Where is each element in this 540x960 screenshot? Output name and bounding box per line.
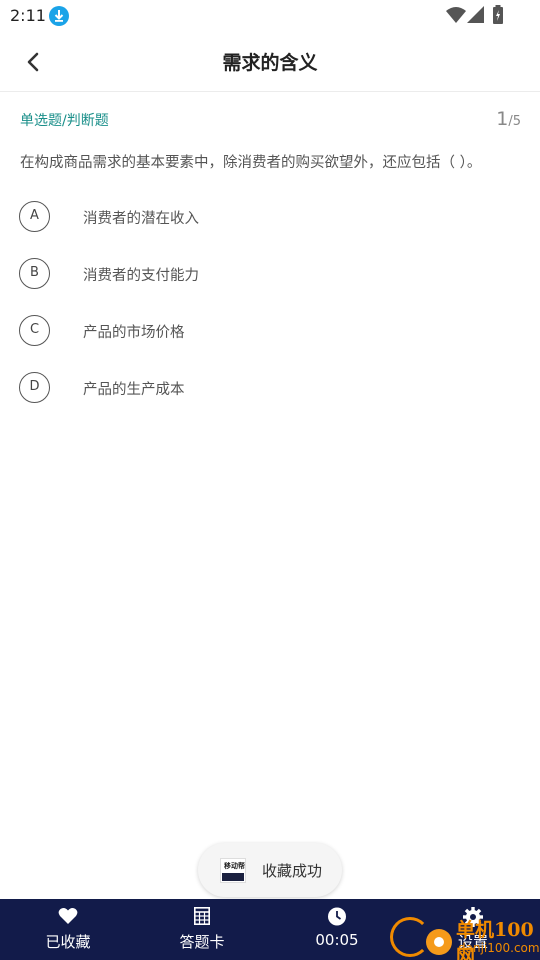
battery-icon: [492, 5, 504, 29]
grid-icon: [194, 907, 210, 929]
option-text: 消费者的潜在收入: [83, 211, 199, 227]
option-letter-badge: D: [19, 372, 50, 403]
option-text: 产品的市场价格: [83, 325, 185, 341]
toast-message: 收藏成功: [262, 862, 323, 880]
app-logo-bar: [222, 873, 244, 881]
wifi-icon: [446, 6, 466, 28]
watermark-dot-icon: [426, 929, 452, 955]
option-text: 产品的生产成本: [83, 382, 185, 398]
watermark: 单机100网 danji100.com: [390, 913, 540, 960]
option-letter-badge: C: [19, 315, 50, 346]
option-letter-badge: B: [19, 258, 50, 289]
download-icon: [49, 6, 69, 26]
favorites-button[interactable]: 已收藏: [18, 899, 118, 960]
app-logo-icon: 移动帮: [220, 858, 246, 883]
watermark-url: danji100.com: [458, 941, 540, 955]
signal-icon: [467, 6, 485, 28]
clock-icon: [328, 907, 347, 930]
option-b[interactable]: B 消费者的支付能力: [19, 258, 519, 292]
timer-label: 00:05: [315, 931, 359, 949]
timer-button[interactable]: 00:05: [287, 899, 387, 960]
status-time: 2:11: [10, 6, 46, 25]
question-text: 在构成商品需求的基本要素中，除消费者的购买欲望外，还应包括（ ）。: [20, 155, 482, 171]
answer-card-label: 答题卡: [179, 933, 225, 951]
heart-icon: [58, 907, 78, 929]
question-current-number: 1: [496, 108, 509, 130]
status-bar: 2:11: [0, 0, 540, 32]
question-type-label: 单选题/判断题: [20, 113, 109, 129]
favorites-label: 已收藏: [45, 933, 91, 951]
option-d[interactable]: D 产品的生产成本: [19, 372, 519, 406]
app-logo-text: 移动帮: [224, 862, 245, 870]
option-c[interactable]: C 产品的市场价格: [19, 315, 519, 349]
toast: 移动帮 收藏成功: [198, 843, 342, 897]
question-total: /5: [508, 114, 521, 129]
option-text: 消费者的支付能力: [83, 268, 199, 284]
header: 需求的含义: [0, 32, 540, 92]
watermark-ring-icon: [390, 917, 430, 957]
page-title: 需求的含义: [222, 52, 318, 74]
question-counter: 1/5: [496, 108, 521, 130]
option-letter-badge: A: [19, 201, 50, 232]
option-a[interactable]: A 消费者的潜在收入: [19, 201, 519, 235]
answer-card-button[interactable]: 答题卡: [152, 899, 252, 960]
